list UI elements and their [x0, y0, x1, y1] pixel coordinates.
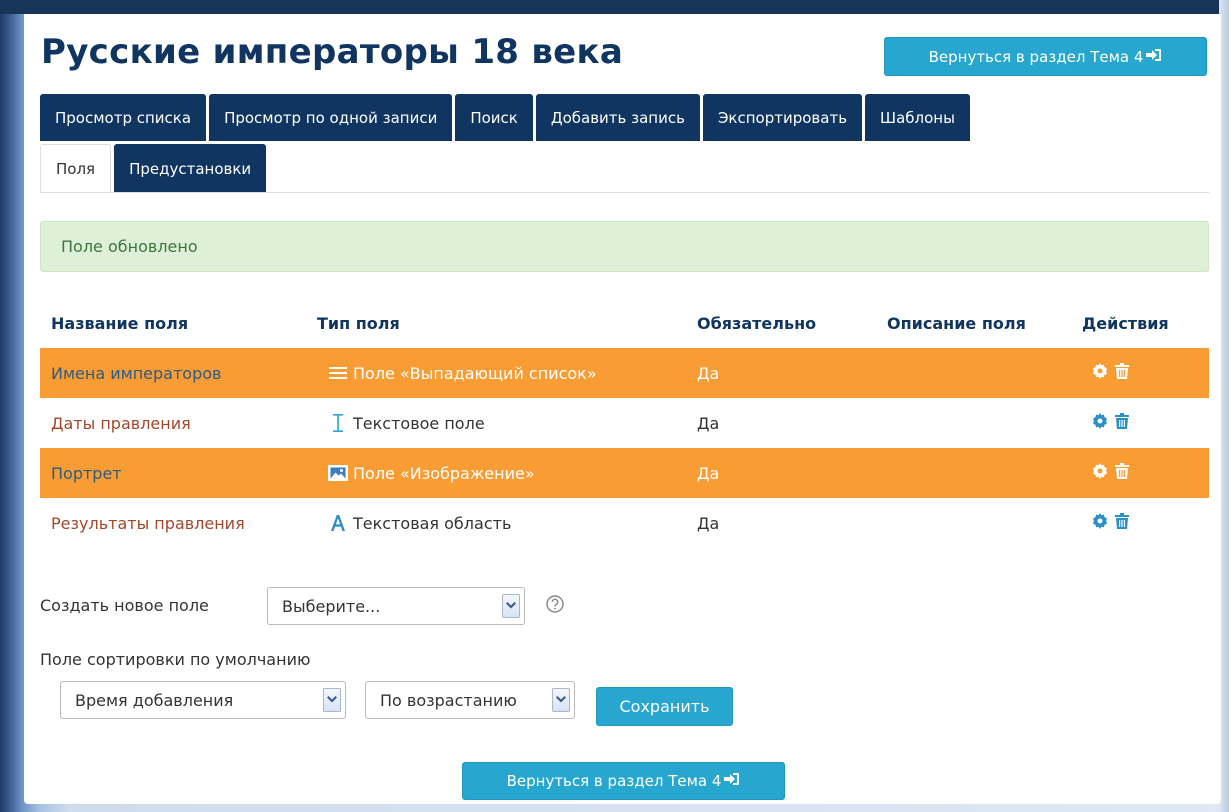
chevron-down-icon	[552, 688, 570, 712]
trash-icon[interactable]	[1115, 413, 1129, 433]
chevron-down-icon	[502, 594, 520, 618]
field-required: Да	[697, 363, 720, 383]
field-required: Да	[697, 413, 720, 433]
table-row: Портрет Поле «Изображение» Да	[40, 448, 1209, 498]
return-to-section-button-bottom[interactable]: Вернуться в раздел Тема 4	[462, 762, 785, 800]
row-actions	[1092, 448, 1129, 498]
field-name-link[interactable]: Портрет	[51, 448, 122, 498]
field-name-link[interactable]: Результаты правления	[51, 498, 245, 548]
sign-in-icon	[1146, 48, 1162, 66]
tab-templates[interactable]: Шаблоны	[865, 94, 970, 141]
field-required: Да	[697, 463, 720, 483]
row-actions	[1092, 498, 1129, 548]
picture-icon	[327, 465, 349, 481]
sign-in-icon	[724, 772, 740, 790]
text-cursor-icon	[327, 414, 349, 432]
tab-single-view[interactable]: Просмотр по одной записи	[209, 94, 453, 141]
chevron-down-icon	[323, 688, 341, 712]
main-panel: Русские императоры 18 века Вернуться в р…	[24, 14, 1221, 804]
tab-add-entry[interactable]: Добавить запись	[535, 94, 700, 141]
tab-search[interactable]: Поиск	[455, 94, 533, 141]
field-required: Да	[697, 513, 720, 533]
page-title: Русские императоры 18 века	[41, 32, 624, 72]
field-type-label: Текстовое поле	[353, 413, 485, 433]
table-row: Даты правления Текстовое поле Да	[40, 398, 1209, 448]
primary-tabs: Просмотр списка Просмотр по одной записи…	[40, 94, 970, 141]
row-actions	[1092, 398, 1129, 448]
field-type-label: Текстовая область	[353, 513, 512, 533]
tab-fields[interactable]: Поля	[40, 144, 112, 193]
header-field-type: Тип поля	[317, 314, 400, 333]
trash-icon[interactable]	[1115, 513, 1129, 533]
field-name-link[interactable]: Имена императоров	[51, 348, 221, 398]
field-type: Текстовая область	[327, 498, 511, 548]
gear-icon[interactable]	[1092, 363, 1108, 383]
default-sort-label: Поле сортировки по умолчанию	[40, 650, 311, 669]
fields-table-header: Название поля Тип поля Обязательно Описа…	[40, 311, 1209, 337]
secondary-tabs: Поля Предустановки	[40, 144, 267, 193]
sort-order-selected: По возрастанию	[380, 690, 517, 710]
sort-order-select[interactable]: По возрастанию	[365, 681, 575, 719]
gear-icon[interactable]	[1092, 413, 1108, 433]
sort-field-selected: Время добавления	[75, 690, 234, 710]
tab-export[interactable]: Экспортировать	[702, 94, 863, 141]
return-to-section-button[interactable]: Вернуться в раздел Тема 4	[884, 37, 1207, 76]
help-icon[interactable]	[546, 595, 564, 617]
return-button-label: Вернуться в раздел Тема 4	[506, 772, 722, 790]
field-type: Поле «Изображение»	[327, 448, 535, 498]
field-type: Поле «Выпадающий список»	[327, 348, 597, 398]
table-row: Имена императоров Поле «Выпадающий списо…	[40, 348, 1209, 398]
header-field-name: Название поля	[51, 314, 189, 333]
return-button-label: Вернуться в раздел Тема 4	[928, 47, 1144, 66]
tab-presets[interactable]: Предустановки	[114, 144, 267, 193]
header-required: Обязательно	[697, 314, 817, 333]
field-type: Текстовое поле	[327, 398, 485, 448]
gear-icon[interactable]	[1092, 463, 1108, 483]
save-button[interactable]: Сохранить	[596, 687, 733, 726]
tab-list-view[interactable]: Просмотр списка	[40, 94, 207, 141]
row-actions	[1092, 348, 1129, 398]
sort-field-select[interactable]: Время добавления	[60, 681, 346, 719]
list-icon	[327, 366, 349, 380]
field-type-label: Поле «Изображение»	[353, 463, 535, 483]
header-description: Описание поля	[887, 314, 1026, 333]
tabs-divider	[40, 192, 1209, 193]
create-field-label: Создать новое поле	[40, 596, 209, 615]
header-actions: Действия	[1082, 314, 1169, 333]
trash-icon[interactable]	[1115, 363, 1129, 383]
field-type-label: Поле «Выпадающий список»	[353, 363, 597, 383]
text-area-icon	[327, 515, 349, 531]
window-top-bar	[0, 0, 1229, 14]
table-row: Результаты правления Текстовая область Д…	[40, 498, 1209, 548]
field-name-link[interactable]: Даты правления	[51, 398, 191, 448]
create-field-selected: Выберите...	[282, 596, 381, 616]
trash-icon[interactable]	[1115, 463, 1129, 483]
success-alert: Поле обновлено	[40, 221, 1209, 272]
gear-icon[interactable]	[1092, 513, 1108, 533]
create-field-select[interactable]: Выберите...	[267, 587, 525, 625]
